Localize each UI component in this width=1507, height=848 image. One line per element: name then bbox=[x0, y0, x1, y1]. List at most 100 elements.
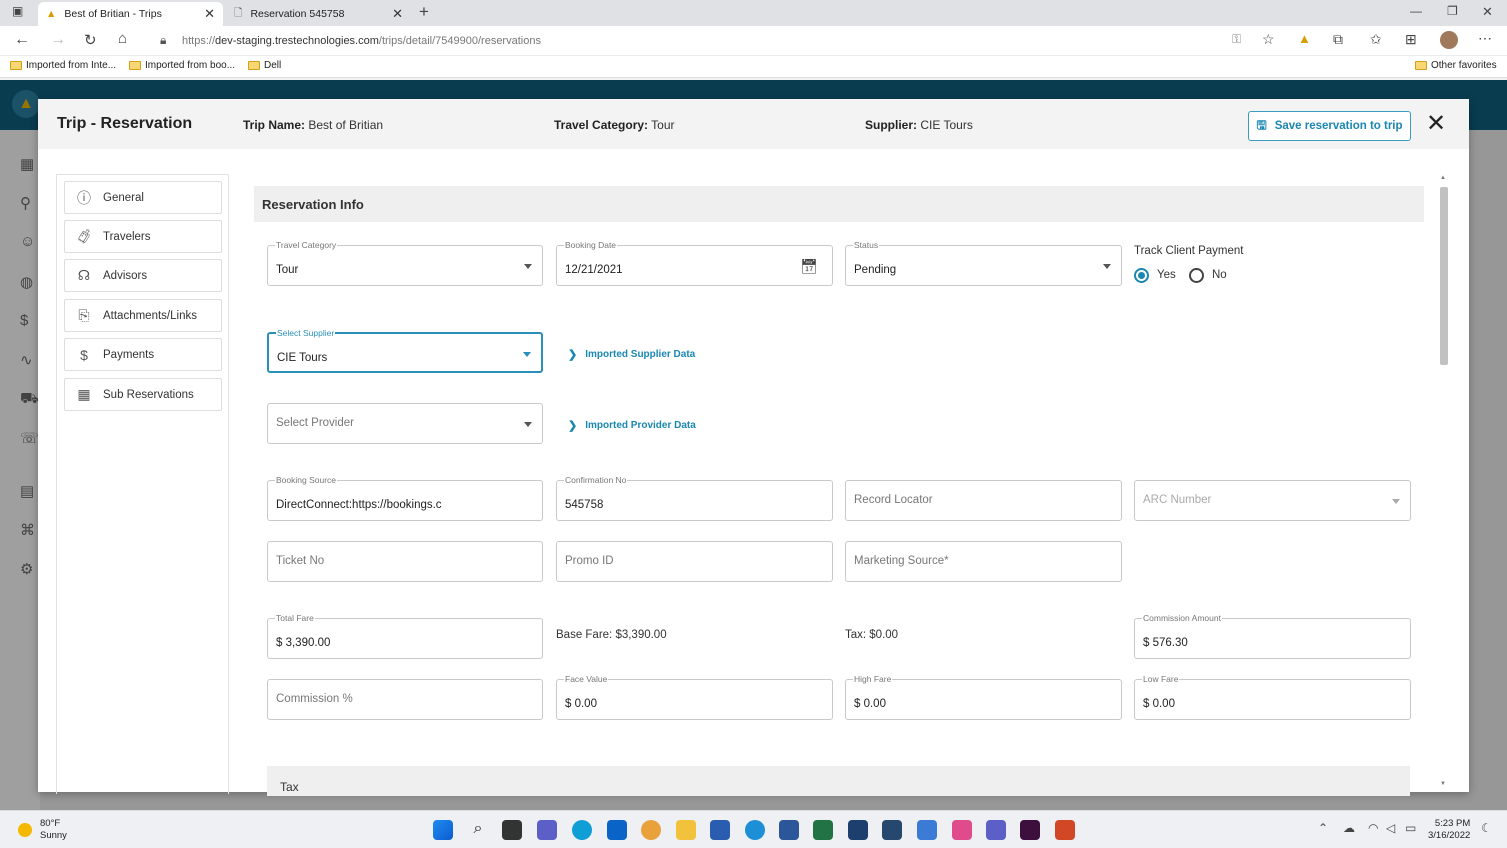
tax-section-header[interactable]: Tax bbox=[267, 766, 1410, 796]
select-supplier-dropdown[interactable]: Select Supplier CIE Tours bbox=[267, 328, 543, 373]
profile-avatar[interactable] bbox=[1440, 31, 1458, 49]
volume-icon[interactable]: ◁ bbox=[1386, 821, 1395, 835]
url-host: dev-staging.trestechnologies.com bbox=[215, 35, 379, 47]
close-tab-icon[interactable]: ✕ bbox=[392, 6, 403, 22]
notifications-icon[interactable]: ☾ bbox=[1481, 821, 1492, 835]
reservation-form: Reservation Info Travel Category Tour Bo… bbox=[254, 186, 1424, 796]
close-modal-button[interactable]: ✕ bbox=[1426, 111, 1446, 137]
skype-icon[interactable] bbox=[745, 820, 765, 840]
collections-icon[interactable]: ⊞ bbox=[1405, 31, 1417, 48]
reservation-modal: Trip - Reservation Trip Name: Best of Br… bbox=[38, 99, 1469, 796]
commission-amount-field[interactable]: Commission Amount $ 576.30 bbox=[1134, 613, 1411, 659]
teams-icon[interactable] bbox=[986, 820, 1006, 840]
bookmark-folder[interactable]: Imported from boo... bbox=[129, 60, 235, 71]
reload-icon[interactable]: ↻ bbox=[84, 31, 97, 49]
total-fare-field[interactable]: Total Fare $ 3,390.00 bbox=[267, 613, 543, 659]
link-label: Imported Supplier Data bbox=[585, 349, 696, 360]
edge-browser-icon[interactable] bbox=[572, 820, 592, 840]
notepad-icon[interactable] bbox=[917, 820, 937, 840]
folder-icon bbox=[1415, 61, 1427, 70]
other-favorites-folder[interactable]: Other favorites bbox=[1415, 60, 1497, 71]
onedrive-cloud-icon[interactable]: ☁ bbox=[1343, 821, 1355, 835]
scrollbar-thumb[interactable] bbox=[1440, 187, 1448, 365]
powerpoint-icon[interactable] bbox=[1055, 820, 1075, 840]
bookmark-folder[interactable]: Imported from Inte... bbox=[10, 60, 116, 71]
scroll-up-icon[interactable]: ▲ bbox=[1440, 175, 1446, 181]
close-tab-icon[interactable]: ✕ bbox=[204, 6, 215, 22]
file-explorer-icon[interactable] bbox=[676, 820, 696, 840]
imported-provider-data-link[interactable]: ❯ Imported Provider Data bbox=[568, 419, 696, 432]
record-locator-field[interactable]: Record Locator bbox=[845, 480, 1122, 521]
field-placeholder: Ticket No bbox=[276, 555, 325, 567]
nav-item-attachments[interactable]: ⎘ Attachments/Links bbox=[64, 299, 222, 332]
home-icon[interactable]: ⌂ bbox=[118, 30, 127, 47]
marketing-source-field[interactable]: Marketing Source* bbox=[845, 541, 1122, 582]
key-icon[interactable]: ⚿ bbox=[1232, 32, 1241, 47]
face-value-field[interactable]: Face Value $ 0.00 bbox=[556, 674, 833, 720]
extension-logo-icon[interactable]: ▲ bbox=[1298, 31, 1311, 46]
high-fare-field[interactable]: High Fare $ 0.00 bbox=[845, 674, 1122, 720]
outlook-icon[interactable] bbox=[607, 820, 627, 840]
start-windows-icon[interactable] bbox=[433, 820, 453, 840]
promo-id-field[interactable]: Promo ID bbox=[556, 541, 833, 582]
content-scrollbar[interactable]: ▲ ▼ bbox=[1438, 175, 1450, 787]
nav-item-payments[interactable]: $ Payments bbox=[64, 338, 222, 371]
calendar-icon[interactable]: 📅︎ bbox=[800, 258, 818, 275]
save-reservation-button[interactable]: 🖫 Save reservation to trip bbox=[1248, 111, 1411, 141]
nav-item-travelers[interactable]: 🧳︎ Travelers bbox=[64, 220, 222, 253]
nav-item-sub-reservations[interactable]: ▦ Sub Reservations bbox=[64, 378, 222, 411]
snipping-tool-icon[interactable] bbox=[952, 820, 972, 840]
tab-actions-icon[interactable]: ▣ bbox=[12, 4, 23, 18]
excel-icon[interactable] bbox=[813, 820, 833, 840]
nav-item-general[interactable]: ⓘ General bbox=[64, 181, 222, 214]
task-view-icon[interactable] bbox=[502, 820, 522, 840]
app-logo-icon: ▲ bbox=[46, 8, 57, 20]
commission-percent-field[interactable]: Commission % bbox=[267, 679, 543, 720]
dreamweaver-icon[interactable] bbox=[1020, 820, 1040, 840]
chrome-icon[interactable] bbox=[641, 820, 661, 840]
field-placeholder: Marketing Source* bbox=[854, 555, 949, 567]
browser-tab-reservation[interactable]: 🗋 Reservation 545758 ✕ bbox=[226, 2, 411, 26]
url-input[interactable]: 🔒︎ https:// dev-staging.trestechnologies… bbox=[150, 30, 1280, 52]
favorites-icon[interactable]: ✩ bbox=[1370, 31, 1382, 48]
imported-supplier-data-link[interactable]: ❯ Imported Supplier Data bbox=[568, 348, 695, 361]
word-icon[interactable] bbox=[779, 820, 799, 840]
travel-category-select[interactable]: Travel Category Tour bbox=[267, 240, 543, 286]
field-label: Commission Amount bbox=[1142, 613, 1222, 623]
confirmation-no-field[interactable]: Confirmation No 545758 bbox=[556, 475, 833, 521]
scroll-down-icon[interactable]: ▼ bbox=[1440, 781, 1446, 787]
track-payment-no-radio[interactable] bbox=[1189, 268, 1204, 283]
arc-number-select[interactable]: ARC Number bbox=[1134, 480, 1411, 521]
back-icon[interactable]: ← bbox=[14, 31, 30, 49]
chevron-up-icon[interactable]: ⌃ bbox=[1318, 821, 1328, 835]
low-fare-field[interactable]: Low Fare $ 0.00 bbox=[1134, 674, 1411, 720]
maximize-icon[interactable]: ❐ bbox=[1447, 4, 1458, 18]
forward-icon[interactable]: → bbox=[50, 31, 66, 49]
bookmark-folder[interactable]: Dell bbox=[248, 60, 281, 71]
track-payment-yes-radio[interactable] bbox=[1134, 268, 1149, 283]
tbo-app-icon[interactable] bbox=[848, 820, 868, 840]
close-window-icon[interactable]: ✕ bbox=[1482, 4, 1493, 20]
search-icon[interactable]: ⌕ bbox=[468, 820, 488, 840]
wifi-icon[interactable]: ◠ bbox=[1368, 821, 1378, 835]
booking-source-field[interactable]: Booking Source DirectConnect:https://boo… bbox=[267, 475, 543, 521]
weather-widget[interactable]: 80°F Sunny bbox=[18, 818, 67, 842]
booking-date-field[interactable]: Booking Date 12/21/2021 📅︎ bbox=[556, 240, 833, 286]
chat-icon[interactable] bbox=[537, 820, 557, 840]
folder-icon bbox=[10, 61, 22, 70]
minimize-icon[interactable]: — bbox=[1410, 4, 1422, 18]
browser-tab-trips[interactable]: ▲ Best of Britian - Trips ✕ bbox=[38, 2, 223, 26]
ticket-no-field[interactable]: Ticket No bbox=[267, 541, 543, 582]
store-icon[interactable] bbox=[710, 820, 730, 840]
modal-title: Trip - Reservation bbox=[57, 115, 193, 132]
extensions-icon[interactable]: ⧉ bbox=[1333, 31, 1343, 48]
select-provider-dropdown[interactable]: Select Provider bbox=[267, 403, 543, 444]
status-select[interactable]: Status Pending bbox=[845, 240, 1122, 286]
nav-item-advisors[interactable]: ☊ Advisors bbox=[64, 259, 222, 292]
battery-icon[interactable]: ▭ bbox=[1405, 821, 1416, 835]
cb-app-icon[interactable] bbox=[882, 820, 902, 840]
new-tab-icon[interactable]: + bbox=[419, 2, 429, 22]
favorite-star-icon[interactable]: ☆ bbox=[1262, 31, 1275, 48]
system-clock[interactable]: 5:23 PM 3/16/2022 bbox=[1428, 818, 1470, 842]
more-menu-icon[interactable]: ⋯ bbox=[1478, 30, 1492, 47]
